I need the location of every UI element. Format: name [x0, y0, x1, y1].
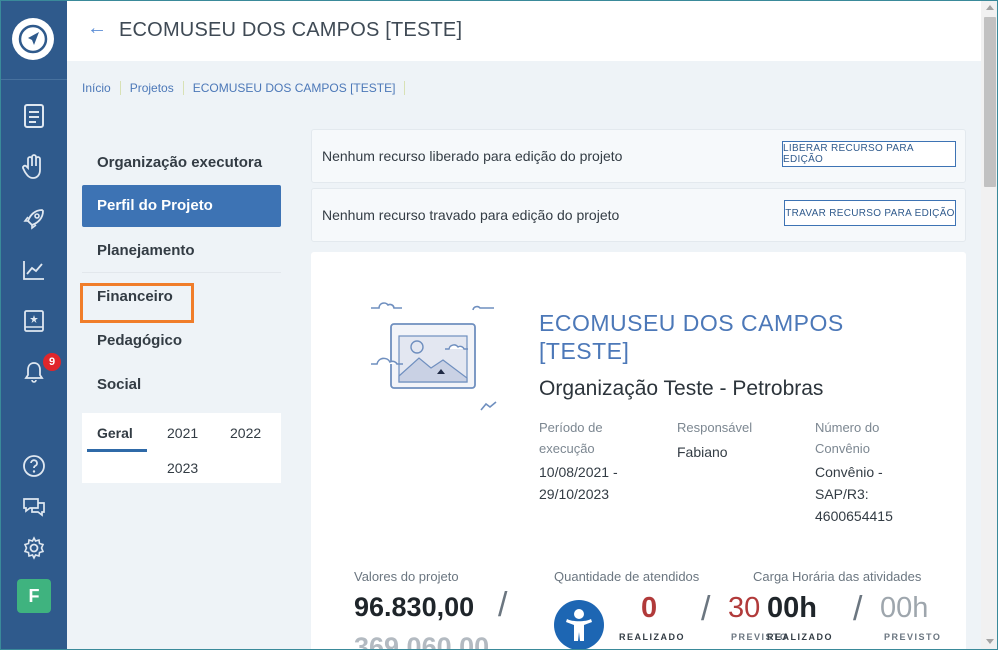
lock-resource-button[interactable]: TRAVAR RECURSO PARA EDIÇÃO: [784, 200, 956, 226]
page-header: ← ECOMUSEU DOS CAMPOS [TESTE]: [67, 1, 981, 61]
tab-active-indicator: [87, 449, 147, 452]
agreement-label-line-1: Número do: [815, 420, 880, 435]
agreement-value-line-3: 4600654415: [815, 508, 893, 524]
attendees-planned: 30: [728, 592, 761, 624]
attendees-slash: /: [701, 590, 711, 628]
period-value-line-2: 29/10/2023: [539, 486, 610, 502]
book-icon[interactable]: [20, 307, 48, 335]
nav-item-social[interactable]: Social: [82, 363, 281, 407]
locked-resources-bar: Nenhum recurso travado para edição do pr…: [311, 188, 966, 242]
attendees-realized: 0: [641, 592, 658, 624]
values-planned: 369.060,00: [354, 632, 490, 650]
nav-item-perfil[interactable]: Perfil do Projeto: [82, 185, 281, 227]
period-label: Período de execução: [539, 417, 603, 459]
released-resources-bar: Nenhum recurso liberado para edição do p…: [311, 129, 966, 183]
hours-realized: 00h: [767, 592, 817, 624]
breadcrumb-home[interactable]: Início: [82, 81, 121, 95]
project-section-nav: Organização executora Perfil do Projeto …: [82, 141, 281, 407]
nav-item-organizacao[interactable]: Organização executora: [82, 141, 281, 185]
released-resources-text: Nenhum recurso liberado para edição do p…: [322, 148, 623, 164]
nav-item-planejamento[interactable]: Planejamento: [82, 229, 281, 273]
rocket-icon[interactable]: [20, 205, 48, 233]
locked-resources-text: Nenhum recurso travado para edição do pr…: [322, 207, 620, 223]
nav-item-pedagogico[interactable]: Pedagógico: [82, 319, 281, 363]
chart-line-icon[interactable]: [20, 256, 48, 284]
responsible-value: Fabiano: [677, 444, 728, 460]
person-icon: [554, 600, 604, 649]
notification-badge: 9: [43, 353, 61, 371]
back-arrow-icon[interactable]: ←: [87, 17, 107, 40]
document-icon[interactable]: [20, 102, 48, 130]
hours-planned-caption: PREVISTO: [884, 632, 942, 642]
agreement-value-line-2: SAP/R3:: [815, 486, 869, 502]
agreement-value: Convênio - SAP/R3: 4600654415: [815, 461, 893, 527]
help-icon[interactable]: [20, 452, 48, 480]
tab-geral[interactable]: Geral: [97, 425, 133, 441]
values-realized: 96.830,00: [354, 592, 475, 622]
year-tabs: Geral 2021 2022 2023: [82, 413, 281, 483]
attendees-label: Quantidade de atendidos: [554, 569, 700, 584]
scroll-up-icon[interactable]: [986, 5, 994, 10]
gear-icon[interactable]: [20, 534, 48, 562]
app-logo[interactable]: [12, 18, 54, 60]
app-window: 9 F ← ECOMUSEU DOS CAMPOS [TESTE] Início…: [0, 0, 998, 650]
project-title-line-1: ECOMUSEU DOS CAMPOS: [539, 310, 844, 336]
hours-slash: /: [853, 590, 863, 628]
organization-name: Organização Teste - Petrobras: [539, 377, 824, 400]
release-resource-button[interactable]: LIBERAR RECURSO PARA EDIÇÃO: [782, 141, 956, 167]
page-title: ECOMUSEU DOS CAMPOS [TESTE]: [119, 19, 463, 41]
compass-logo-icon: [18, 24, 48, 54]
values-slash: /: [498, 586, 508, 624]
project-title: ECOMUSEU DOS CAMPOS [TESTE]: [539, 309, 869, 365]
agreement-label: Número do Convênio: [815, 417, 879, 459]
period-value: 10/08/2021 - 29/10/2023: [539, 461, 618, 505]
period-label-line-2: execução: [539, 441, 595, 456]
chat-icon[interactable]: [20, 493, 48, 521]
image-placeholder-icon: [371, 302, 497, 411]
tab-2022[interactable]: 2022: [230, 425, 261, 441]
values-label: Valores do projeto: [354, 569, 459, 584]
scrollbar-thumb[interactable]: [984, 17, 996, 187]
sidebar: 9 F: [1, 1, 67, 649]
tab-2021[interactable]: 2021: [167, 425, 198, 441]
hours-label: Carga Horária das atividades: [753, 569, 922, 584]
user-avatar[interactable]: F: [17, 579, 51, 613]
scroll-down-icon[interactable]: [986, 639, 994, 644]
breadcrumb: Início Projetos ECOMUSEU DOS CAMPOS [TES…: [82, 81, 406, 95]
sidebar-divider: [1, 79, 67, 80]
period-label-line-1: Período de: [539, 420, 603, 435]
breadcrumb-projects[interactable]: Projetos: [121, 81, 184, 95]
period-value-line-1: 10/08/2021 -: [539, 464, 618, 480]
attendees-realized-caption: REALIZADO: [619, 632, 685, 642]
agreement-value-line-1: Convênio -: [815, 464, 883, 480]
nav-item-financeiro[interactable]: Financeiro: [82, 275, 281, 319]
tab-2023[interactable]: 2023: [167, 460, 198, 476]
hand-heart-icon[interactable]: [20, 153, 48, 181]
responsible-label: Responsável: [677, 420, 753, 435]
vertical-scrollbar[interactable]: [981, 1, 997, 649]
agreement-label-line-2: Convênio: [815, 441, 870, 456]
hours-realized-caption: REALIZADO: [767, 632, 833, 642]
hours-planned: 00h: [880, 592, 929, 624]
project-title-line-2: [TESTE]: [539, 338, 630, 364]
project-profile-card: ECOMUSEU DOS CAMPOS [TESTE] Organização …: [311, 252, 966, 650]
breadcrumb-current[interactable]: ECOMUSEU DOS CAMPOS [TESTE]: [184, 81, 406, 95]
